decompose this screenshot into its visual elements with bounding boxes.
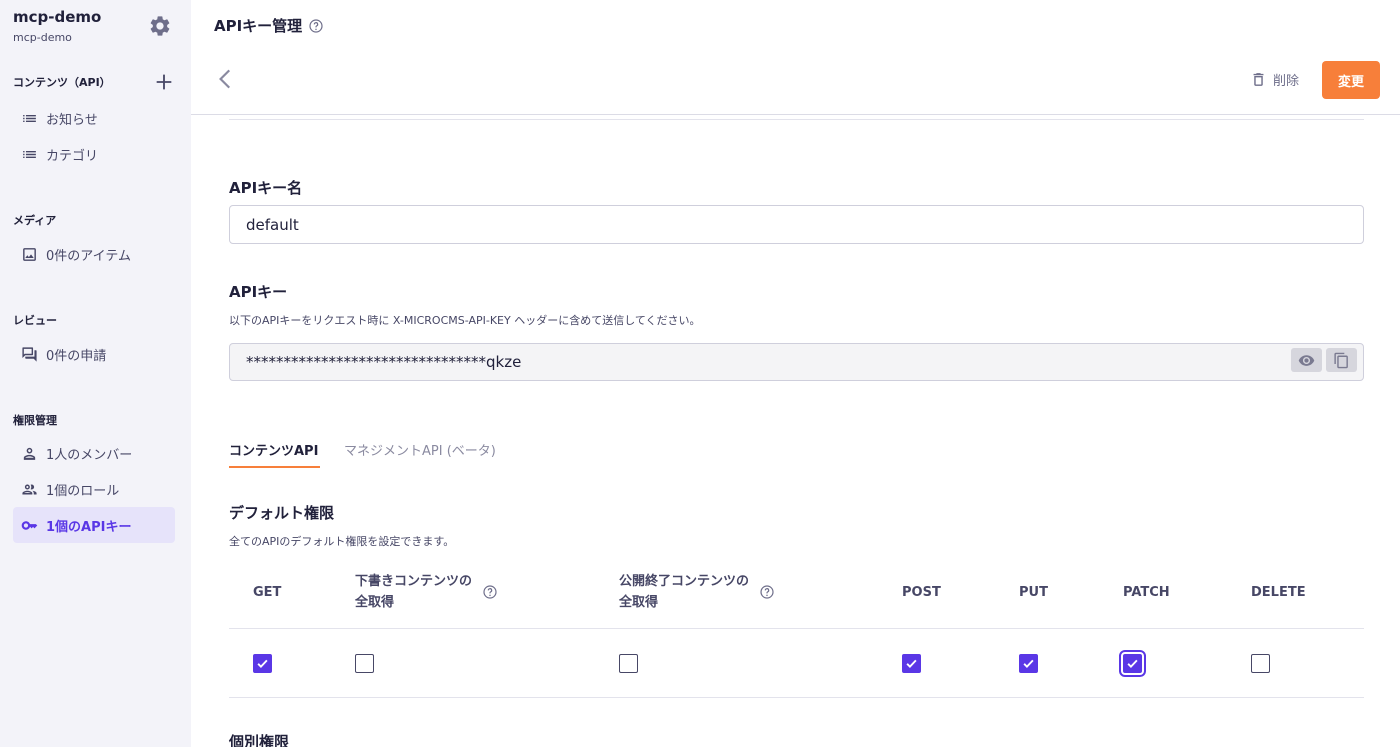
copy-icon	[1334, 352, 1348, 368]
table-header-divider	[229, 628, 1364, 629]
delete-button[interactable]: 削除	[1250, 69, 1299, 89]
col-header-delete: DELETE	[1251, 585, 1306, 600]
checkbox-patch[interactable]	[1119, 650, 1146, 677]
api-key-value: ********************************qkze	[246, 353, 522, 371]
back-chevron-icon[interactable]	[213, 66, 239, 92]
api-key-label: APIキー	[229, 283, 288, 301]
help-icon[interactable]	[482, 584, 498, 600]
check-icon	[1023, 659, 1034, 668]
col-header-post: POST	[902, 585, 941, 600]
col-header-closed: 公開終了コンテンツの 全取得	[619, 571, 749, 613]
people-icon	[22, 484, 37, 494]
col-header-closed-line1: 公開終了コンテンツの	[619, 574, 750, 589]
sidebar-item-label: 0件の申請	[46, 348, 107, 364]
sidebar-item-label: 1個のAPIキー	[46, 519, 132, 535]
service-name[interactable]: mcp-demo	[13, 8, 101, 26]
plus-icon[interactable]	[153, 71, 175, 93]
person-icon	[23, 447, 36, 460]
delete-label: 削除	[1273, 73, 1300, 89]
tab-content-api[interactable]: コンテンツAPI	[229, 440, 318, 459]
image-icon	[23, 247, 36, 261]
sidebar-item-category[interactable]: カテゴリ	[13, 136, 175, 172]
review-section-title: レビュー	[13, 314, 57, 327]
checkbox-draft[interactable]	[355, 654, 374, 673]
service-id: mcp-demo	[13, 31, 72, 44]
sidebar-item-label: カテゴリ	[46, 148, 99, 164]
default-permission-description: 全てのAPIのデフォルト権限を設定できます。	[229, 535, 455, 548]
sidebar-item-roles[interactable]: 1個のロール	[13, 471, 175, 507]
col-header-closed-line2: 全取得	[619, 595, 659, 610]
review-icon	[22, 346, 37, 362]
tab-management-api[interactable]: マネジメントAPI (ベータ)	[344, 440, 496, 459]
trash-icon	[1253, 72, 1264, 86]
gear-icon[interactable]	[148, 14, 172, 38]
sidebar: mcp-demo mcp-demo コンテンツ（API） お知らせ カテゴリ メ…	[0, 0, 191, 747]
col-header-get: GET	[253, 585, 282, 600]
checkbox-delete[interactable]	[1251, 654, 1270, 673]
permission-section-title: 権限管理	[13, 414, 57, 427]
media-section-title: メディア	[13, 214, 57, 227]
page-title: APIキー管理	[214, 15, 324, 36]
list-icon	[23, 150, 36, 158]
api-key-field[interactable]: ********************************qkze	[229, 343, 1364, 381]
checkbox-get[interactable]	[253, 654, 272, 673]
sidebar-item-label: 1人のメンバー	[46, 447, 133, 463]
col-header-draft-line1: 下書きコンテンツの	[355, 574, 473, 589]
checkbox-closed[interactable]	[619, 654, 638, 673]
default-permission-title: デフォルト権限	[229, 504, 335, 522]
check-icon	[906, 659, 917, 668]
help-icon[interactable]	[759, 584, 775, 600]
eye-icon	[1298, 354, 1315, 366]
help-icon[interactable]	[308, 18, 324, 34]
content-divider	[229, 119, 1364, 120]
col-header-put: PUT	[1019, 585, 1048, 600]
table-row-divider	[229, 697, 1364, 698]
sidebar-item-media[interactable]: 0件のアイテム	[13, 236, 175, 272]
checkbox-put[interactable]	[1019, 654, 1038, 673]
sidebar-item-label: 0件のアイテム	[46, 248, 131, 264]
show-key-button[interactable]	[1291, 348, 1322, 372]
api-key-name-label: APIキー名	[229, 179, 303, 197]
sidebar-item-label: お知らせ	[46, 112, 98, 128]
content-section-title: コンテンツ（API）	[13, 76, 111, 89]
header-divider	[191, 114, 1400, 115]
col-header-draft: 下書きコンテンツの 全取得	[355, 571, 472, 613]
sidebar-item-api-keys[interactable]: 1個のAPIキー	[13, 507, 175, 543]
individual-permission-title: 個別権限	[229, 733, 290, 747]
check-icon	[257, 659, 268, 668]
key-icon	[21, 520, 38, 530]
api-key-name-input[interactable]	[229, 205, 1364, 244]
copy-key-button[interactable]	[1326, 348, 1357, 372]
sidebar-item-label: 1個のロール	[46, 483, 120, 499]
save-button[interactable]: 変更	[1322, 61, 1380, 99]
col-header-draft-line2: 全取得	[355, 595, 395, 610]
list-icon	[23, 114, 36, 122]
col-header-patch: PATCH	[1123, 585, 1170, 600]
page-title-text: APIキー管理	[214, 17, 303, 35]
checkbox-post[interactable]	[902, 654, 921, 673]
sidebar-item-review[interactable]: 0件の申請	[13, 336, 175, 372]
sidebar-item-members[interactable]: 1人のメンバー	[13, 435, 175, 471]
sidebar-item-news[interactable]: お知らせ	[13, 100, 175, 136]
api-key-description: 以下のAPIキーをリクエスト時に X-MICROCMS-API-KEY ヘッダー…	[229, 314, 701, 327]
active-tab-indicator	[229, 466, 320, 468]
check-icon	[1127, 659, 1138, 668]
